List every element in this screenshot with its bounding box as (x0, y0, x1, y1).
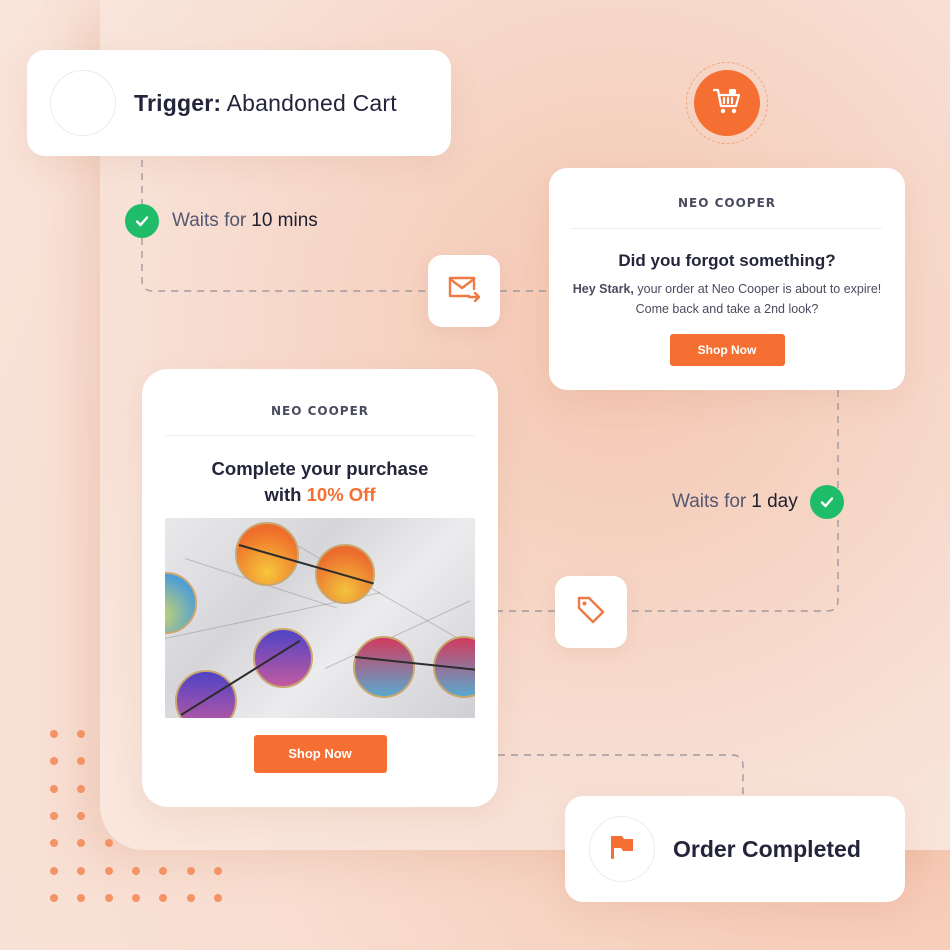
decorative-dot (50, 811, 58, 820)
trigger-value: Abandoned Cart (226, 89, 397, 116)
decorative-dot (104, 893, 113, 902)
email-brand: NEO COOPER (677, 196, 777, 210)
trigger-label: Trigger: (134, 89, 222, 116)
completion-icon-ring (589, 816, 655, 882)
email-body-name: Hey Stark, (572, 282, 634, 296)
decorative-dot (104, 839, 113, 848)
decorative-dot (50, 839, 58, 848)
discount-action-node[interactable] (555, 576, 627, 648)
email-heading: Complete your purchase with 10% Off (142, 456, 498, 508)
decorative-dot (159, 893, 168, 902)
trigger-text: Trigger: Abandoned Cart (134, 90, 397, 117)
decorative-dot (131, 893, 140, 902)
wait-duration: 10 mins (251, 210, 318, 231)
wait-duration: 1 day (751, 491, 798, 512)
email-reminder-card: NEO COOPER Did you forgot something? Hey… (549, 168, 905, 390)
decorative-dot (77, 866, 86, 875)
decorative-dot (77, 757, 86, 766)
decorative-dot (77, 730, 86, 738)
divider (572, 228, 882, 229)
check-circle-icon (125, 204, 159, 238)
cart-badge (686, 62, 768, 144)
trigger-card[interactable]: Trigger: Abandoned Cart (27, 50, 451, 156)
decorative-dot (77, 839, 86, 848)
completion-label: Order Completed (673, 835, 861, 862)
order-completed-card[interactable]: Order Completed (565, 796, 905, 902)
decorative-dot (50, 866, 58, 875)
check-circle-icon (809, 485, 844, 519)
flag-icon (609, 833, 635, 866)
decorative-dot (186, 893, 195, 902)
tag-icon (575, 594, 607, 631)
decorative-dot (50, 893, 58, 902)
decorative-dot (50, 757, 58, 766)
product-image (165, 518, 475, 718)
email-heading: Did you forgot something? (618, 251, 836, 270)
decorative-dot (77, 893, 86, 902)
mail-send-icon (447, 275, 481, 308)
decorative-dot (50, 730, 58, 738)
decorative-dot (50, 784, 58, 793)
shop-now-button[interactable]: Shop Now (253, 735, 387, 773)
shop-now-button[interactable]: Shop Now (669, 334, 785, 366)
discount-highlight: 10% Off (306, 484, 376, 505)
wait-step-2: Waits for 1 day (672, 485, 844, 519)
wait-step-1: Waits for 10 mins (125, 204, 318, 238)
decorative-dot (213, 866, 222, 875)
email-action-node[interactable] (428, 255, 500, 327)
decorative-dot (159, 866, 168, 875)
wait-prefix: Waits for (672, 491, 747, 512)
trigger-icon-placeholder (50, 70, 116, 136)
wait-prefix: Waits for (172, 210, 247, 231)
email-body: Hey Stark, your order at Neo Cooper is a… (549, 279, 905, 319)
email-brand: NEO COOPER (270, 404, 370, 418)
email-body-text: your order at Neo Cooper is about to exp… (633, 282, 882, 316)
divider (165, 435, 475, 436)
shopping-cart-icon (712, 87, 742, 120)
email-heading-line1: Complete your purchase (211, 458, 429, 479)
email-heading-with: with (264, 484, 307, 505)
decorative-dot (77, 784, 86, 793)
decorative-dot (77, 811, 86, 820)
decorative-dot (213, 893, 222, 902)
decorative-dot (131, 866, 140, 875)
decorative-dot (104, 866, 113, 875)
email-discount-card: NEO COOPER Complete your purchase with 1… (142, 369, 498, 807)
decorative-dot (186, 866, 195, 875)
